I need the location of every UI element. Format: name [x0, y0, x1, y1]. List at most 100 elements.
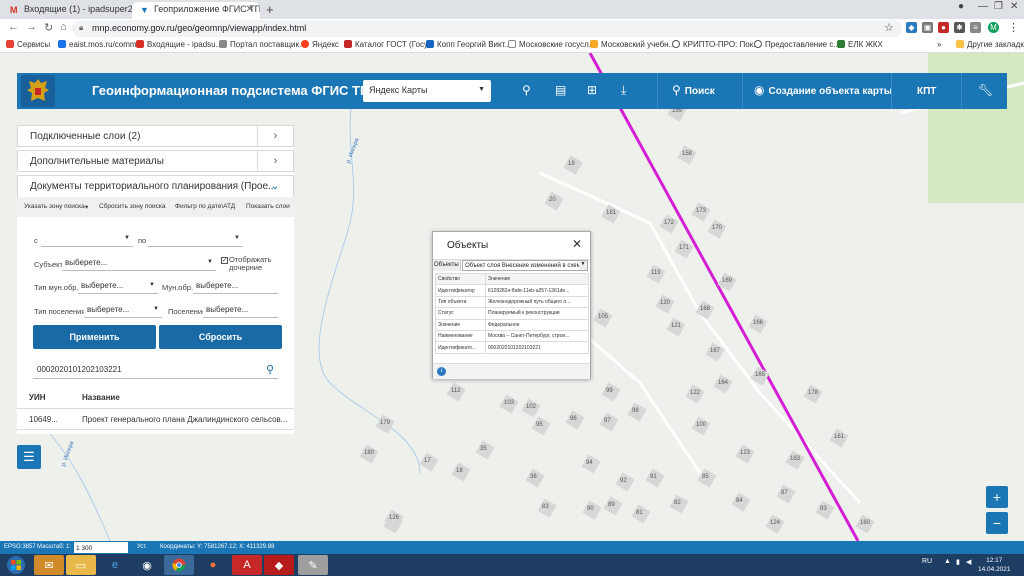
url-field[interactable]: 🔒︎ mnp.economy.gov.ru/geo/geomnp/viewapp… — [72, 20, 902, 37]
ie-taskbar-icon[interactable]: e — [100, 555, 130, 575]
outlook-taskbar-icon[interactable]: ✉ — [34, 555, 64, 575]
close-window-icon[interactable]: ✕ — [1010, 1, 1018, 12]
bookmark[interactable]: ЕЛК ЖКХ — [837, 40, 883, 49]
star-icon[interactable]: ☆ — [884, 21, 894, 34]
table-row[interactable]: Статус Планируемый к реконструкции — [435, 307, 589, 320]
chevron-right-icon[interactable]: › — [257, 126, 293, 146]
create-object-button[interactable]: ◉ Создание объекта карты — [754, 83, 892, 97]
bookmark[interactable]: КРИПТО-ПРО: Пок... — [672, 40, 760, 49]
reset-search-zone-button[interactable]: Сбросить зону поиска — [99, 203, 165, 210]
language-indicator[interactable]: RU — [922, 558, 932, 565]
table-row[interactable]: Значение Федеральное — [435, 318, 589, 331]
minimize-icon[interactable]: — — [978, 1, 988, 12]
subject-select[interactable]: выберете... ▼ — [62, 255, 216, 271]
date-to-field[interactable]: ▼ — [148, 231, 243, 247]
table-row[interactable]: Наименование Москва – Санкт-Петербург, ст… — [435, 329, 589, 343]
show-layers-button[interactable]: Показать слои — [246, 203, 290, 210]
app-taskbar-icon[interactable]: ✎ — [298, 555, 328, 575]
bookmark[interactable]: Каталог ГОСТ (Госу... — [344, 40, 434, 49]
app-taskbar-icon[interactable]: ◉ — [132, 555, 162, 575]
settlement-type-select[interactable]: выберете... ▼ — [84, 302, 162, 318]
network-icon[interactable]: ▮ — [956, 558, 960, 566]
bookmark[interactable]: Сервисы — [6, 40, 50, 49]
new-tab-button[interactable]: + — [266, 2, 274, 17]
layer-select[interactable]: Объект слоя Внесение изменений в схему ▼ — [462, 260, 588, 271]
tab-objects[interactable]: Объекты — [433, 260, 461, 271]
date-from-field[interactable]: ▼ — [41, 231, 133, 247]
extension-icon[interactable]: ● — [938, 22, 949, 33]
bookmark[interactable]: Копп Георгий Викт... — [426, 40, 511, 49]
close-tab-icon[interactable]: ✕ — [246, 4, 254, 15]
reload-icon[interactable]: ↻ — [44, 21, 53, 34]
mun-type-select[interactable]: выберете... ▼ — [78, 278, 158, 294]
mun-field[interactable]: выберете... — [193, 278, 278, 294]
ruler-icon[interactable]: ▤ — [555, 83, 566, 97]
puzzle-icon[interactable]: ✱ — [954, 22, 965, 33]
table-row[interactable]: Идентификатор 6128282e-8afe-11eb-a257-136… — [435, 284, 589, 297]
scale-input[interactable]: 1 300 — [74, 542, 128, 553]
other-bookmarks[interactable]: Другие закладки — [956, 40, 1024, 49]
set-search-zone-button[interactable]: Указать зону поиска — [24, 203, 85, 210]
pdf-taskbar-icon[interactable]: A — [232, 555, 262, 575]
railway-line[interactable] — [588, 53, 860, 541]
menu-icon[interactable]: ⋮ — [1008, 21, 1019, 34]
home-icon[interactable]: ⌂ — [60, 21, 67, 33]
search-icon[interactable]: ⚲ — [266, 363, 274, 376]
zoom-search-icon[interactable]: ⚲ — [522, 83, 531, 97]
kpt-button[interactable]: КПТ — [913, 83, 936, 97]
zoom-out-button[interactable]: − — [986, 512, 1008, 534]
tray-arrow-icon[interactable]: ▲ — [944, 558, 951, 565]
chevron-down-icon[interactable]: ⌄ — [257, 176, 293, 196]
bookmark[interactable]: Предоставление с... — [754, 40, 840, 49]
additional-materials-section[interactable]: Дополнительные материалы › — [17, 150, 294, 172]
basemap-select[interactable]: Яндекс Карты ▼ — [363, 80, 491, 102]
tab-gmail[interactable]: M Входящие (1) - ipadsuper23@gmail.com — [2, 2, 132, 19]
forward-icon[interactable]: → — [26, 21, 37, 33]
search-button[interactable]: ⚲ Поиск — [672, 83, 715, 97]
tab-geoapp[interactable]: ▼ Геоприложение ФГИС ТП ✕ — [132, 2, 260, 19]
explorer-taskbar-icon[interactable]: ▭ — [66, 555, 96, 575]
layers-menu-button[interactable]: ☰ — [17, 445, 41, 469]
back-icon[interactable]: ← — [8, 21, 19, 33]
download-icon[interactable]: ⤓ — [621, 83, 626, 98]
bookmark[interactable]: Портал поставщик... — [219, 40, 306, 49]
bookmark[interactable]: Входящие - ipadsu... — [136, 40, 222, 49]
zoom-in-button[interactable]: + — [986, 486, 1008, 508]
table-row[interactable]: Идентификато... 0002020101202103221 — [435, 341, 589, 354]
table-row[interactable]: Тип объекта Железнодорожный путь общего п… — [435, 295, 589, 309]
profile-dot-icon[interactable]: ● — [958, 1, 964, 12]
chevron-right-icon[interactable]: › — [257, 151, 293, 171]
table-row[interactable]: 10649... Проект генерального плана Джали… — [17, 408, 294, 430]
anydesk-taskbar-icon[interactable]: ◆ — [264, 555, 294, 575]
start-button[interactable] — [2, 555, 30, 575]
set-scale-button[interactable]: Уст. — [137, 544, 147, 550]
maximize-icon[interactable]: ❐ — [994, 1, 1003, 12]
settlement-field[interactable]: выберете... — [203, 302, 278, 318]
bookmark[interactable]: Московские госусл... — [508, 40, 595, 49]
info-icon[interactable]: i — [437, 367, 446, 376]
date-filter-button[interactable]: Фильтр по дате\АТД — [175, 203, 235, 210]
apply-button[interactable]: Применить — [33, 325, 156, 349]
show-children-checkbox[interactable]: ✓ — [221, 257, 228, 264]
extension-icon[interactable]: ◆ — [906, 22, 917, 33]
bookmark[interactable]: Яндекс — [301, 40, 339, 49]
bookmark[interactable]: Московский учебн... — [590, 40, 675, 49]
clock[interactable]: 12:17 14.04.2021 — [978, 556, 1011, 574]
bookmarks-overflow[interactable]: » — [937, 40, 941, 49]
bookmark[interactable]: eaist.mos.ru/comm... — [58, 40, 143, 49]
taskbar: ✉ ▭ e ◉ ● A ◆ ✎ RU ▲ ▮ ◀ 12:17 14.04.202… — [0, 554, 1024, 576]
triangle-down-icon[interactable]: ▾ — [85, 203, 88, 211]
close-icon[interactable]: ✕ — [572, 237, 582, 251]
reset-button[interactable]: Сбросить — [159, 325, 282, 349]
chrome-taskbar-icon[interactable] — [164, 555, 194, 575]
avatar[interactable]: M — [988, 22, 999, 33]
extension-icon[interactable]: ≡ — [970, 22, 981, 33]
connected-layers-section[interactable]: Подключенные слои (2) › — [17, 125, 294, 147]
planning-documents-section[interactable]: Документы территориального планирования … — [17, 175, 294, 197]
crop-icon[interactable]: ⊞ — [587, 83, 597, 97]
firefox-taskbar-icon[interactable]: ● — [198, 555, 228, 575]
extension-icon[interactable]: ▣ — [922, 22, 933, 33]
wrench-icon[interactable]: 🔧︎ — [978, 83, 993, 97]
volume-icon[interactable]: ◀ — [966, 558, 971, 566]
search-input[interactable]: 0002020101202103221 ⚲ — [33, 361, 278, 379]
